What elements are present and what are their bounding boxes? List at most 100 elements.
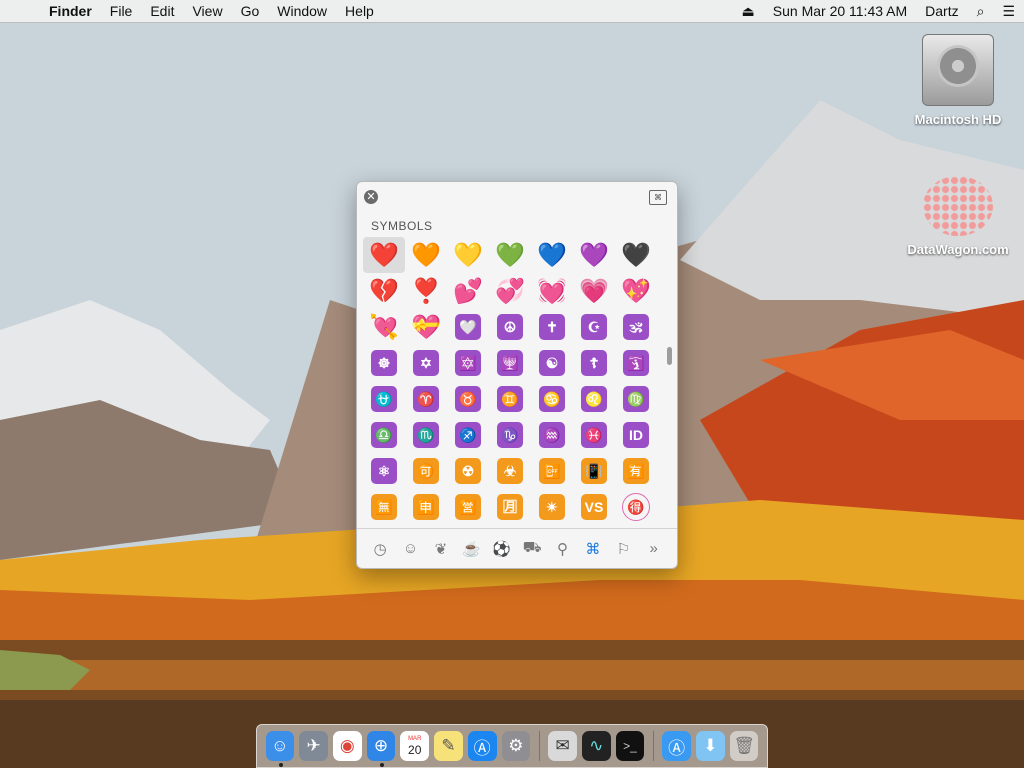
emoji-cell[interactable]: ♋ [531, 381, 573, 417]
more-icon[interactable]: » [643, 538, 665, 560]
symbol-badge: ♌ [581, 386, 607, 412]
notification-center-icon[interactable]: ☰ [993, 0, 1024, 22]
emoji-cell[interactable]: ☪ [573, 309, 615, 345]
emoji-cell[interactable]: 💔 [363, 273, 405, 309]
emoji-cell[interactable]: ☸ [363, 345, 405, 381]
menu-user[interactable]: Dartz [916, 0, 967, 22]
emoji-cell[interactable]: ♒ [531, 417, 573, 453]
emoji-cell[interactable]: ✡ [405, 345, 447, 381]
menu-go[interactable]: Go [232, 0, 269, 22]
emoji-cell[interactable]: 🈺 [447, 489, 489, 525]
menu-view[interactable]: View [183, 0, 231, 22]
dock-terminal-icon[interactable]: >_ [615, 731, 645, 761]
dock-downloads-folder-icon[interactable]: ⬇ [696, 731, 725, 761]
spotlight-search-icon[interactable]: ⌕ [968, 0, 994, 22]
menu-file[interactable]: File [101, 0, 142, 22]
dock-trash-icon[interactable]: 🗑 [729, 731, 759, 761]
emoji-cell[interactable]: ♈ [405, 381, 447, 417]
dock-chrome-icon[interactable]: ◉ [332, 731, 362, 761]
dock-system-preferences-icon[interactable]: ⚙ [501, 731, 531, 761]
emoji-cell[interactable]: 🔯 [447, 345, 489, 381]
emoji-cell[interactable]: ID [615, 417, 657, 453]
emoji-cell[interactable]: 🈸 [405, 489, 447, 525]
emoji-cell[interactable]: 💕 [447, 273, 489, 309]
symbol-badge: ✡ [413, 350, 439, 376]
dock-launchpad-icon[interactable]: ✈ [299, 731, 328, 761]
emoji-cell[interactable]: ☮ [489, 309, 531, 345]
emoji-cell[interactable]: 💙 [531, 237, 573, 273]
emoji-cell[interactable]: ✝ [531, 309, 573, 345]
emoji-cell[interactable]: 📴 [531, 453, 573, 489]
travel-icon[interactable]: ⛟ [521, 538, 543, 560]
emoji-cell[interactable]: 🛐 [615, 345, 657, 381]
emoji-cell[interactable]: ☦ [573, 345, 615, 381]
emoji-cell[interactable]: ♑ [489, 417, 531, 453]
emoji-cell[interactable]: ♌ [573, 381, 615, 417]
emoji-cell[interactable]: ♓ [573, 417, 615, 453]
character-viewer-icon[interactable]: ⌘ [649, 190, 667, 205]
emoji-cell[interactable]: ☯ [531, 345, 573, 381]
dock-app-store-icon[interactable]: Ⓐ [467, 731, 497, 761]
emoji-cell[interactable]: ♏ [405, 417, 447, 453]
emoji-cell[interactable]: 🕎 [489, 345, 531, 381]
close-icon[interactable]: ✕ [364, 190, 378, 204]
dock-finder-icon[interactable]: ☺ [265, 731, 295, 767]
dock-app-store-folder-icon[interactable]: Ⓐ [662, 731, 692, 761]
scrollbar-thumb[interactable] [667, 347, 672, 365]
emoji-cell[interactable]: ♎ [363, 417, 405, 453]
menu-window[interactable]: Window [268, 0, 336, 22]
emoji-cell[interactable]: 🈷 [489, 489, 531, 525]
emoji-cell[interactable]: 🈶 [615, 453, 657, 489]
emoji-cell[interactable]: ☢ [447, 453, 489, 489]
dock-safari-icon[interactable]: ⊕ [366, 731, 396, 767]
emoji-cell[interactable]: 💜 [573, 237, 615, 273]
emoji-cell[interactable]: 💖 [615, 273, 657, 309]
emoji-cell[interactable]: 🉐 [615, 489, 657, 525]
animal-icon[interactable]: ❦ [430, 538, 452, 560]
emoji-cell[interactable]: 🕉 [615, 309, 657, 345]
food-icon[interactable]: ☕ [460, 538, 482, 560]
recent-icon[interactable]: ◷ [369, 538, 391, 560]
emoji-cell[interactable]: 🤍 [447, 309, 489, 345]
flags-icon[interactable]: ⚐ [612, 538, 634, 560]
emoji-cell[interactable]: ⛎ [363, 381, 405, 417]
emoji-cell[interactable]: ☣ [489, 453, 531, 489]
emoji-cell[interactable]: ♍ [615, 381, 657, 417]
emoji-cell[interactable]: ♐ [447, 417, 489, 453]
emoji-cell[interactable]: 💚 [489, 237, 531, 273]
dock-notes-icon[interactable]: ✎ [434, 731, 463, 761]
objects-icon[interactable]: ⚲ [552, 538, 574, 560]
smiley-icon[interactable]: ☺ [400, 538, 422, 560]
menu-edit[interactable]: Edit [141, 0, 183, 22]
emoji-cell[interactable]: ✴ [531, 489, 573, 525]
dock-activity-monitor-icon[interactable]: ∿ [581, 731, 611, 761]
emoji-cell[interactable]: 🉑 [405, 453, 447, 489]
emoji-cell[interactable]: 💗 [573, 273, 615, 309]
emoji-cell[interactable]: 📳 [573, 453, 615, 489]
emoji-cell[interactable]: ❣️ [405, 273, 447, 309]
symbols-icon[interactable]: ⌘ [582, 538, 604, 560]
dock-calendar-icon[interactable]: MAR 20 [400, 731, 430, 761]
emoji-cell[interactable]: ♉ [447, 381, 489, 417]
emoji-cell[interactable]: 💘 [363, 309, 405, 345]
emoji-cell[interactable]: 🖤 [615, 237, 657, 273]
menu-clock[interactable]: Sun Mar 20 11:43 AM [764, 0, 916, 22]
emoji-cell[interactable]: 💓 [531, 273, 573, 309]
emoji-cell[interactable]: VS [573, 489, 615, 525]
emoji-cell[interactable]: 💛 [447, 237, 489, 273]
menu-help[interactable]: Help [336, 0, 383, 22]
emoji-cell[interactable]: ⚛ [363, 453, 405, 489]
desktop-icon-macintosh-hd[interactable]: Macintosh HD [906, 34, 1010, 127]
eject-icon[interactable]: ⏏ [733, 0, 764, 22]
desktop-icon-datawagon[interactable]: DataWagon.com [900, 176, 1016, 257]
emoji-cell[interactable]: 🧡 [405, 237, 447, 273]
emoji-cell[interactable]: 🈚 [363, 489, 405, 525]
app-menu-finder[interactable]: Finder [40, 0, 101, 22]
emoji-cell[interactable]: ♊ [489, 381, 531, 417]
emoji-cell[interactable]: ❤️ [363, 237, 405, 273]
emoji-cell[interactable]: 💝 [405, 309, 447, 345]
emoji-cell[interactable]: 💞 [489, 273, 531, 309]
dock-preview-icon[interactable]: ✉ [548, 731, 577, 761]
running-indicator [278, 763, 283, 767]
activity-icon[interactable]: ⚽ [491, 538, 513, 560]
